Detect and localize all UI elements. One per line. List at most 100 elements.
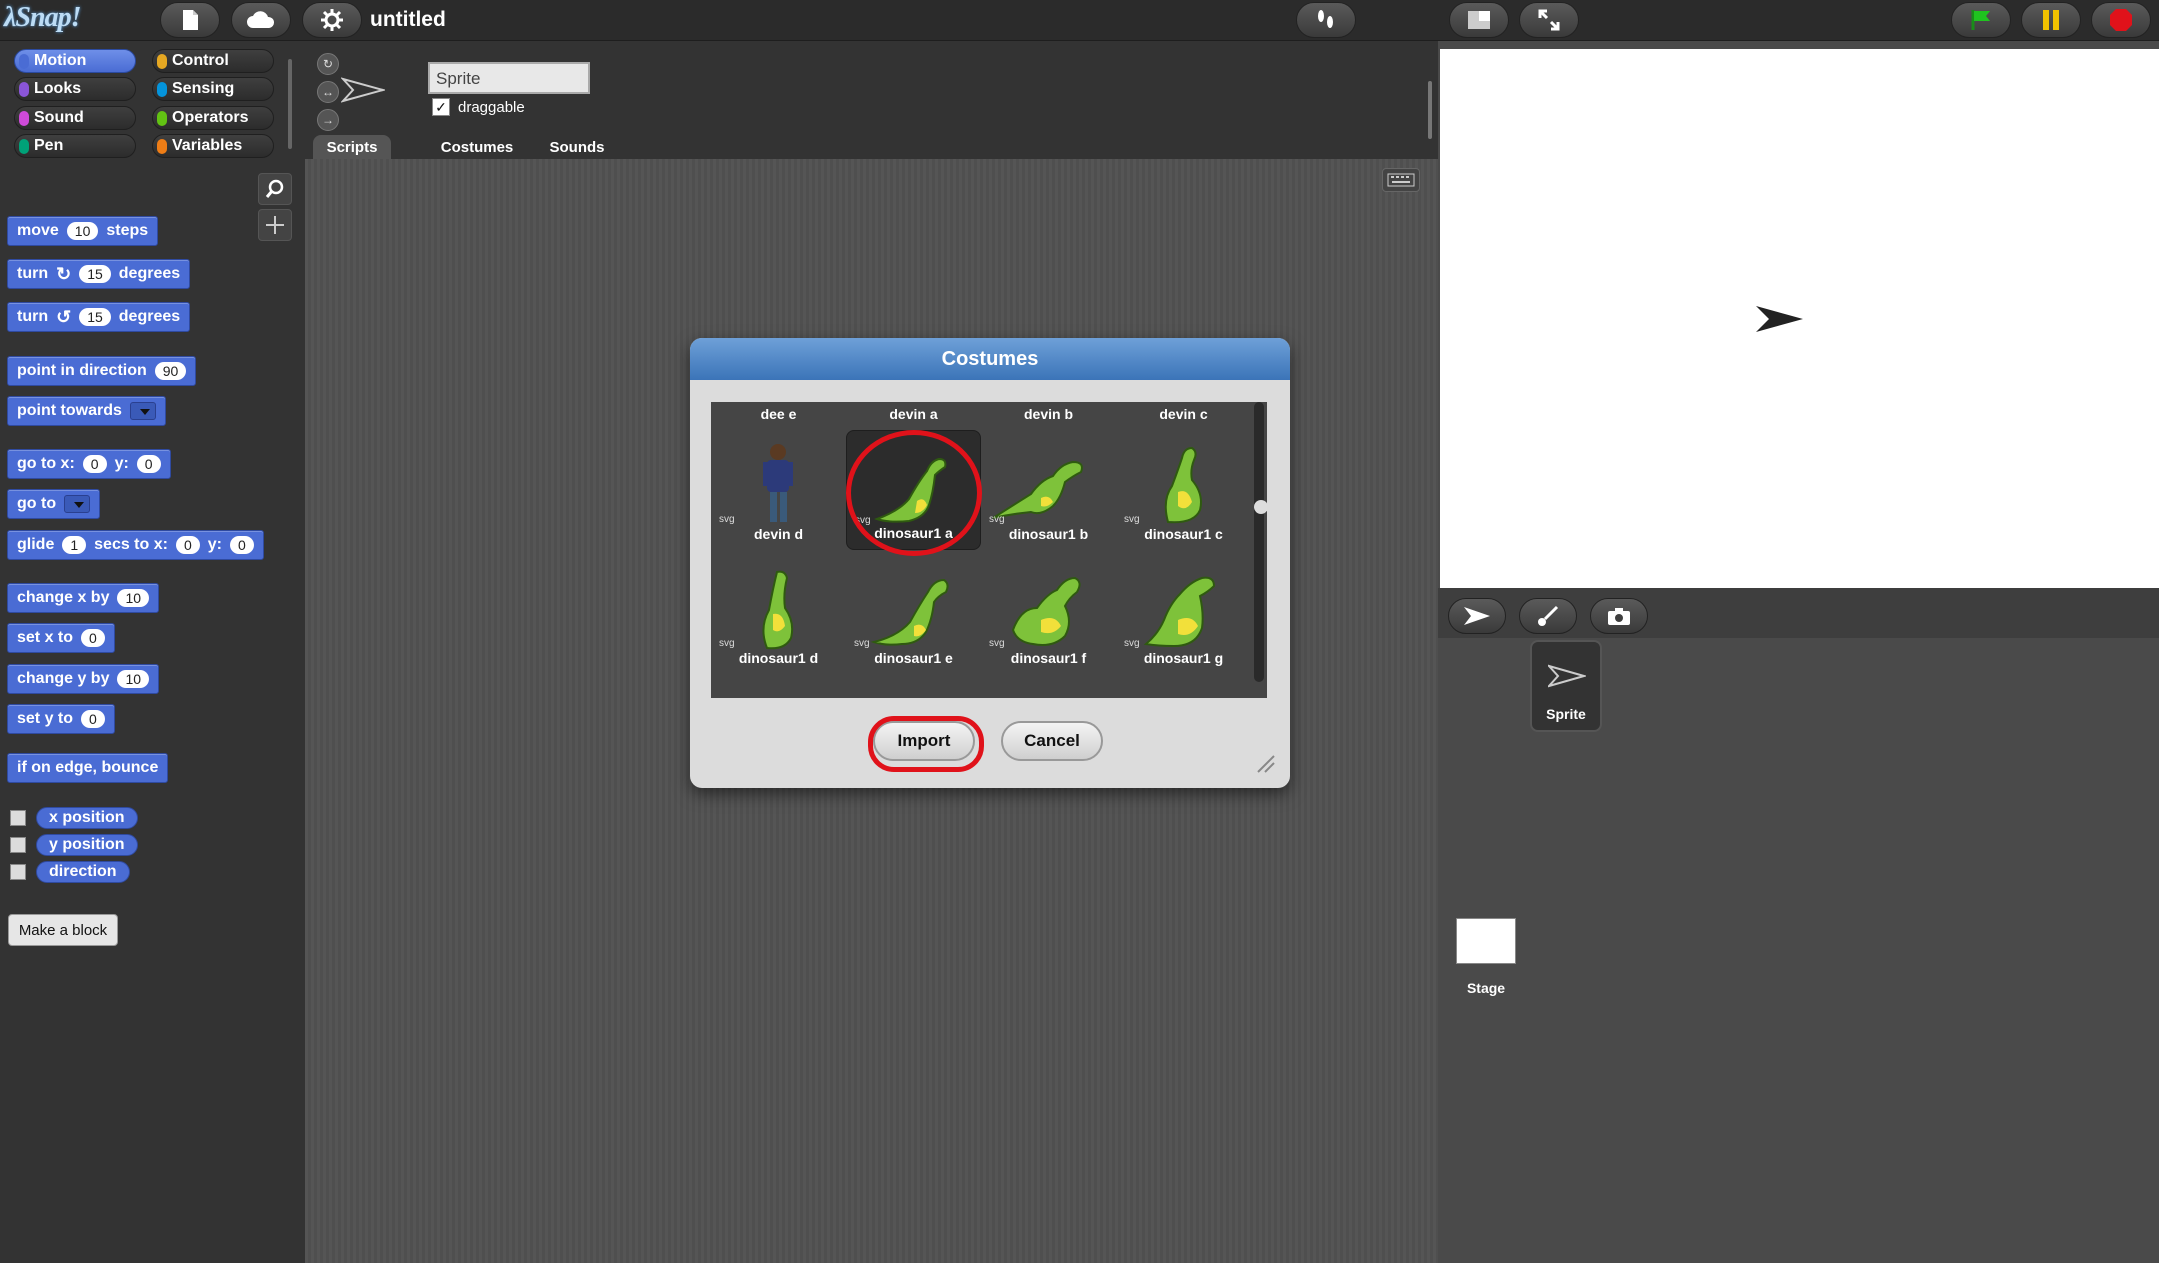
steps-input[interactable]: 10: [66, 222, 99, 240]
x-input[interactable]: 0: [82, 455, 107, 473]
keyboard-entry-button[interactable]: [1382, 168, 1420, 192]
y-position-reporter[interactable]: y position: [36, 834, 138, 856]
rotation-style-none-button[interactable]: →: [317, 109, 339, 131]
cloud-icon: [247, 11, 275, 28]
costume-name: dinosaur1 e: [874, 650, 953, 666]
y-input[interactable]: 0: [136, 455, 161, 473]
costume-list-scroll-knob[interactable]: [1254, 500, 1267, 514]
set-x-block[interactable]: set x to 0: [7, 623, 115, 653]
direction-checkbox[interactable]: [10, 864, 26, 880]
go-to-dropdown[interactable]: [64, 495, 91, 513]
draggable-toggle[interactable]: ✓ draggable: [432, 98, 525, 116]
secs-input[interactable]: 1: [62, 536, 87, 554]
costume-item-selected[interactable]: svg dinosaur1 a: [846, 430, 981, 550]
costume-list[interactable]: dee e devin a devin b devin c svg devin …: [711, 402, 1267, 698]
resize-handle-icon[interactable]: [1256, 754, 1276, 774]
costume-item[interactable]: svg dinosaur1 g: [1116, 554, 1251, 674]
camera-sprite-button[interactable]: [1590, 598, 1648, 634]
set-y-block[interactable]: set y to 0: [7, 704, 115, 734]
sprite-name-field[interactable]: Sprite: [428, 62, 590, 94]
sprite-bar: ↻ ↔ → Sprite ✓ draggable Scripts Costume…: [305, 41, 1438, 159]
turn-counterclockwise-block[interactable]: turn ↺ 15 degrees: [7, 302, 191, 332]
category-operators[interactable]: Operators: [152, 106, 274, 130]
direction-input[interactable]: 90: [154, 362, 187, 380]
block-palette: Motion Control Looks Sensing Sound Operators P…: [0, 41, 305, 1263]
costume-item[interactable]: svg dinosaur1 f: [981, 554, 1116, 674]
snap-logo[interactable]: λSnap!: [4, 2, 81, 38]
point-towards-block[interactable]: point towards: [7, 396, 166, 426]
category-scrollbar[interactable]: [288, 59, 292, 149]
dialog-title[interactable]: Costumes: [690, 338, 1290, 380]
category-label: Operators: [172, 109, 249, 126]
stop-button[interactable]: [2091, 2, 2151, 38]
tab-scripts[interactable]: Scripts: [313, 135, 391, 159]
costume-item[interactable]: svg devin d: [711, 430, 846, 550]
costume-label: devin c: [1159, 406, 1208, 422]
category-pen[interactable]: Pen: [14, 134, 136, 158]
x-position-reporter[interactable]: x position: [36, 807, 138, 829]
costume-item[interactable]: svg dinosaur1 d: [711, 554, 846, 674]
x-position-checkbox[interactable]: [10, 810, 26, 826]
change-y-block[interactable]: change y by 10: [7, 664, 160, 694]
pause-button[interactable]: [2021, 2, 2081, 38]
category-color-dot: [19, 139, 29, 154]
stage-thumbnail[interactable]: [1456, 918, 1516, 964]
tab-costumes[interactable]: Costumes: [429, 135, 525, 159]
cloud-menu-button[interactable]: [231, 2, 291, 38]
glide-block[interactable]: glide 1 secs to x: 0 y: 0: [7, 530, 264, 560]
y-position-checkbox[interactable]: [10, 837, 26, 853]
direction-reporter[interactable]: direction: [36, 861, 130, 883]
costume-name: dinosaur1 f: [1010, 650, 1087, 666]
x-input[interactable]: 0: [175, 536, 200, 554]
category-motion[interactable]: Motion: [14, 49, 136, 73]
set-y-input[interactable]: 0: [81, 710, 105, 728]
green-flag-button[interactable]: [1951, 2, 2011, 38]
add-turtle-sprite-button[interactable]: [1448, 598, 1506, 634]
file-menu-button[interactable]: [160, 2, 220, 38]
rotation-style-rotate-button[interactable]: ↻: [317, 53, 339, 75]
category-control[interactable]: Control: [152, 49, 274, 73]
costume-item[interactable]: svg dinosaur1 c: [1116, 430, 1251, 550]
category-variables[interactable]: Variables: [152, 134, 274, 158]
sprite-bar-scrollbar[interactable]: [1428, 81, 1432, 139]
import-button[interactable]: Import: [873, 721, 975, 761]
sprite-on-stage[interactable]: [1755, 304, 1805, 334]
gear-icon: [321, 9, 343, 31]
category-sound[interactable]: Sound: [14, 106, 136, 130]
stage-mode-button[interactable]: [1296, 2, 1356, 38]
move-steps-block[interactable]: move 10 steps: [7, 216, 159, 246]
go-to-block[interactable]: go to: [7, 489, 101, 519]
stage[interactable]: [1440, 49, 2159, 588]
settings-button[interactable]: [302, 2, 362, 38]
change-x-input[interactable]: 10: [117, 589, 150, 607]
draggable-checkbox[interactable]: ✓: [432, 98, 450, 116]
point-in-direction-block[interactable]: point in direction 90: [7, 356, 197, 386]
degrees-input[interactable]: 15: [79, 265, 111, 283]
y-input[interactable]: 0: [229, 536, 254, 554]
costume-item[interactable]: svg dinosaur1 e: [846, 554, 981, 674]
towards-dropdown[interactable]: [129, 402, 156, 420]
category-sensing[interactable]: Sensing: [152, 77, 274, 101]
set-x-input[interactable]: 0: [81, 629, 105, 647]
change-x-block[interactable]: change x by 10: [7, 583, 160, 613]
go-to-xy-block[interactable]: go to x: 0 y: 0: [7, 449, 171, 479]
rotation-style-flip-button[interactable]: ↔: [317, 81, 339, 103]
category-looks[interactable]: Looks: [14, 77, 136, 101]
corral-sprite[interactable]: Sprite: [1530, 640, 1602, 732]
degrees-input[interactable]: 15: [79, 308, 111, 326]
category-color-dot: [19, 54, 29, 69]
top-bar: λSnap! untitled: [0, 0, 2159, 41]
full-screen-button[interactable]: [1519, 2, 1579, 38]
change-y-input[interactable]: 10: [117, 670, 150, 688]
bounce-block[interactable]: if on edge, bounce: [7, 753, 169, 783]
costume-item[interactable]: svg dinosaur1 b: [981, 430, 1116, 550]
format-tag: svg: [719, 638, 735, 649]
make-a-block-button[interactable]: Make a block: [8, 914, 118, 946]
costume-list-scrollbar[interactable]: [1254, 402, 1264, 682]
normal-stage-button[interactable]: [1449, 2, 1509, 38]
category-color-dot: [19, 111, 29, 126]
turn-clockwise-block[interactable]: turn ↻ 15 degrees: [7, 259, 191, 289]
tab-sounds[interactable]: Sounds: [537, 135, 617, 159]
paint-new-sprite-button[interactable]: [1519, 598, 1577, 634]
cancel-button[interactable]: Cancel: [1001, 721, 1103, 761]
